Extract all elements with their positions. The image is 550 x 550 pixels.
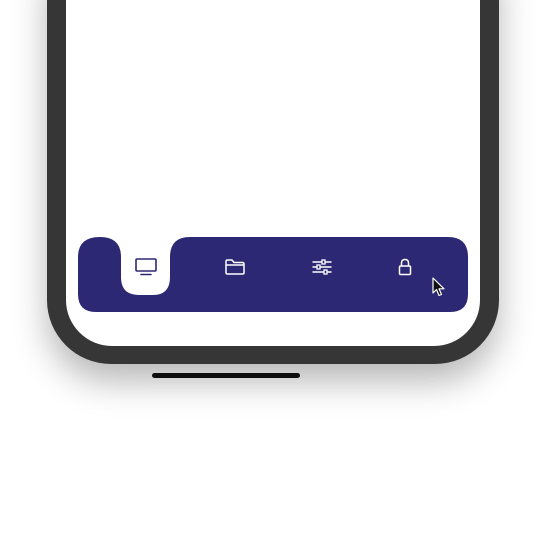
- sliders-icon: [312, 259, 332, 275]
- tab-settings[interactable]: [292, 237, 352, 297]
- lock-icon: [398, 258, 412, 276]
- tab-folder[interactable]: [205, 237, 265, 297]
- tab-lock[interactable]: [375, 237, 435, 297]
- tab-monitor[interactable]: [116, 237, 176, 297]
- monitor-icon: [135, 258, 157, 276]
- home-indicator: [152, 373, 300, 378]
- mouse-cursor-icon: [432, 277, 445, 297]
- canvas: [0, 0, 550, 550]
- phone-frame: [47, 0, 499, 364]
- bottom-tab-bar: [78, 237, 468, 312]
- phone-screen: [66, 0, 480, 346]
- folder-icon: [225, 259, 245, 275]
